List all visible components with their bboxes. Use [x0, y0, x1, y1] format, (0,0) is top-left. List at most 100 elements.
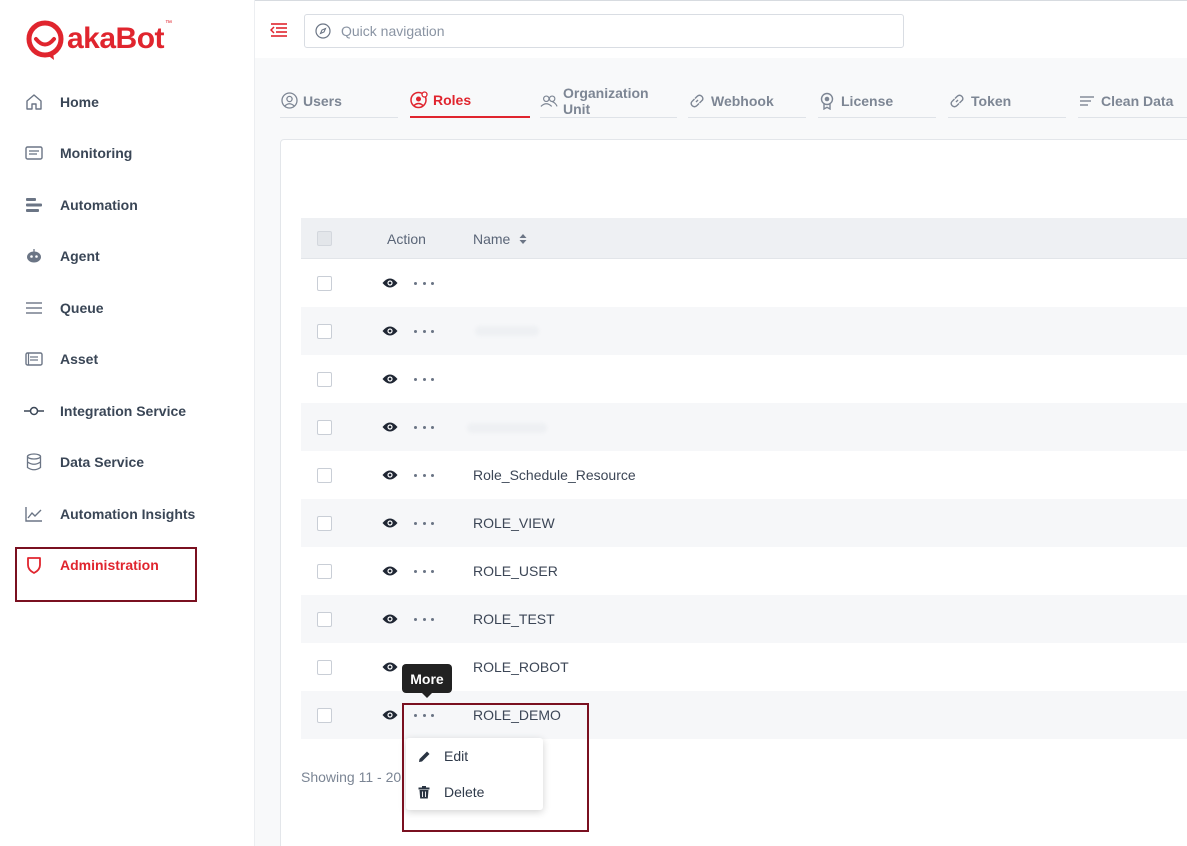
sidebar-item-label: Asset [60, 351, 99, 367]
view-eye-icon[interactable] [382, 613, 398, 625]
sidebar-item-home[interactable]: Home [16, 83, 241, 121]
monitor-icon [24, 143, 44, 163]
more-actions-icon[interactable] [414, 516, 434, 530]
column-header-action: Action [387, 230, 426, 247]
view-eye-icon[interactable] [382, 565, 398, 577]
view-eye-icon[interactable] [382, 373, 398, 385]
user-circle-icon [280, 92, 298, 110]
tab-label: Organization Unit [563, 84, 649, 117]
sidebar-item-monitoring[interactable]: Monitoring [16, 134, 241, 172]
row-checkbox[interactable] [317, 372, 332, 387]
pagination-summary: Showing 11 - 20 [301, 769, 402, 785]
more-actions-icon[interactable] [414, 372, 434, 386]
menu-highlight-box [402, 703, 589, 832]
table-row: ROLE_VIEW [301, 499, 1187, 547]
search-input[interactable] [341, 23, 881, 39]
more-actions-icon[interactable] [414, 420, 434, 434]
view-eye-icon[interactable] [382, 517, 398, 529]
home-icon [24, 92, 44, 112]
more-actions-icon[interactable] [414, 324, 434, 338]
sidebar-item-automation-insights[interactable]: Automation Insights [16, 495, 241, 533]
row-name: Role_Schedule_Resource [473, 467, 636, 483]
row-checkbox[interactable] [317, 324, 332, 339]
sort-icon [519, 233, 527, 244]
redacted-text [467, 423, 547, 433]
sidebar-item-label: Automation Insights [60, 506, 196, 522]
table-row: Role_Schedule_Resource [301, 451, 1187, 499]
row-checkbox[interactable] [317, 708, 332, 723]
table-row: ROLE_TEST [301, 595, 1187, 643]
more-actions-icon[interactable] [414, 276, 434, 290]
tab-roles[interactable]: Roles [410, 84, 530, 118]
table-row [301, 355, 1187, 403]
sidebar-item-label: Agent [60, 248, 100, 264]
tab-clean-data[interactable]: Clean Data [1078, 84, 1187, 118]
database-icon [24, 452, 44, 472]
integration-icon [24, 401, 44, 421]
column-header-name-label: Name [473, 230, 511, 247]
administration-highlight-box [15, 547, 197, 602]
sidebar-item-queue[interactable]: Queue [16, 289, 241, 327]
tab-label: Token [971, 92, 1012, 109]
menu-collapse-icon[interactable] [269, 22, 288, 38]
sidebar-item-data-service[interactable]: Data Service [16, 443, 241, 481]
tab-license[interactable]: License [818, 84, 936, 118]
agent-icon [24, 246, 44, 266]
row-checkbox[interactable] [317, 660, 332, 675]
row-name: ROLE_VIEW [473, 515, 555, 531]
akabot-logo-icon [26, 20, 64, 60]
tab-organization-unit[interactable]: Organization Unit [540, 84, 677, 118]
tab-label: License [841, 92, 894, 109]
compass-icon [315, 23, 331, 39]
brand-name: akaBot [67, 22, 165, 55]
sidebar-item-label: Data Service [60, 454, 145, 470]
sidebar-item-label: Home [60, 94, 99, 110]
more-actions-icon[interactable] [414, 468, 434, 482]
tab-token[interactable]: Token [948, 84, 1066, 118]
tab-label: Roles [433, 92, 472, 108]
sidebar-item-label: Queue [60, 300, 104, 316]
chart-icon [24, 504, 44, 524]
more-actions-icon[interactable] [414, 612, 434, 626]
view-eye-icon[interactable] [382, 421, 398, 433]
table-row [301, 259, 1187, 307]
sidebar-item-asset[interactable]: Asset [16, 340, 241, 378]
row-name: ROLE_ROBOT [473, 659, 569, 675]
view-eye-icon[interactable] [382, 277, 398, 289]
view-eye-icon[interactable] [382, 325, 398, 337]
row-checkbox[interactable] [317, 420, 332, 435]
tooltip-arrow [421, 692, 433, 698]
view-eye-icon[interactable] [382, 709, 398, 721]
sidebar-item-label: Integration Service [60, 403, 187, 419]
row-checkbox[interactable] [317, 564, 332, 579]
row-checkbox[interactable] [317, 612, 332, 627]
org-unit-icon [540, 92, 558, 110]
more-actions-icon[interactable] [414, 564, 434, 578]
brand-logo[interactable]: akaBot ™ [24, 18, 172, 62]
tab-label: Clean Data [1101, 92, 1174, 109]
table-row: ROLE_USER [301, 547, 1187, 595]
table-row [301, 307, 1187, 355]
sidebar-item-integration-service[interactable]: Integration Service [16, 392, 241, 430]
link-icon [948, 92, 966, 110]
redacted-text [475, 326, 539, 336]
select-all-checkbox[interactable] [317, 231, 332, 246]
view-eye-icon[interactable] [382, 469, 398, 481]
quick-navigation-search[interactable] [304, 14, 904, 48]
tab-label: Users [303, 92, 342, 109]
sidebar-item-automation[interactable]: Automation [16, 186, 241, 224]
row-checkbox[interactable] [317, 276, 332, 291]
sidebar-item-agent[interactable]: Agent [16, 237, 241, 275]
tab-webhook[interactable]: Webhook [688, 84, 806, 118]
tab-users[interactable]: Users [280, 84, 398, 118]
tab-label: Webhook [711, 92, 774, 109]
sidebar: akaBot ™ Home Monitoring Automation Agen… [0, 0, 255, 846]
row-checkbox[interactable] [317, 468, 332, 483]
row-checkbox[interactable] [317, 516, 332, 531]
table-row [301, 403, 1187, 451]
table-header: Action Name [301, 218, 1187, 259]
view-eye-icon[interactable] [382, 661, 398, 673]
brand-trademark: ™ [165, 20, 173, 27]
column-header-name[interactable]: Name [473, 218, 527, 259]
license-icon [818, 92, 836, 110]
